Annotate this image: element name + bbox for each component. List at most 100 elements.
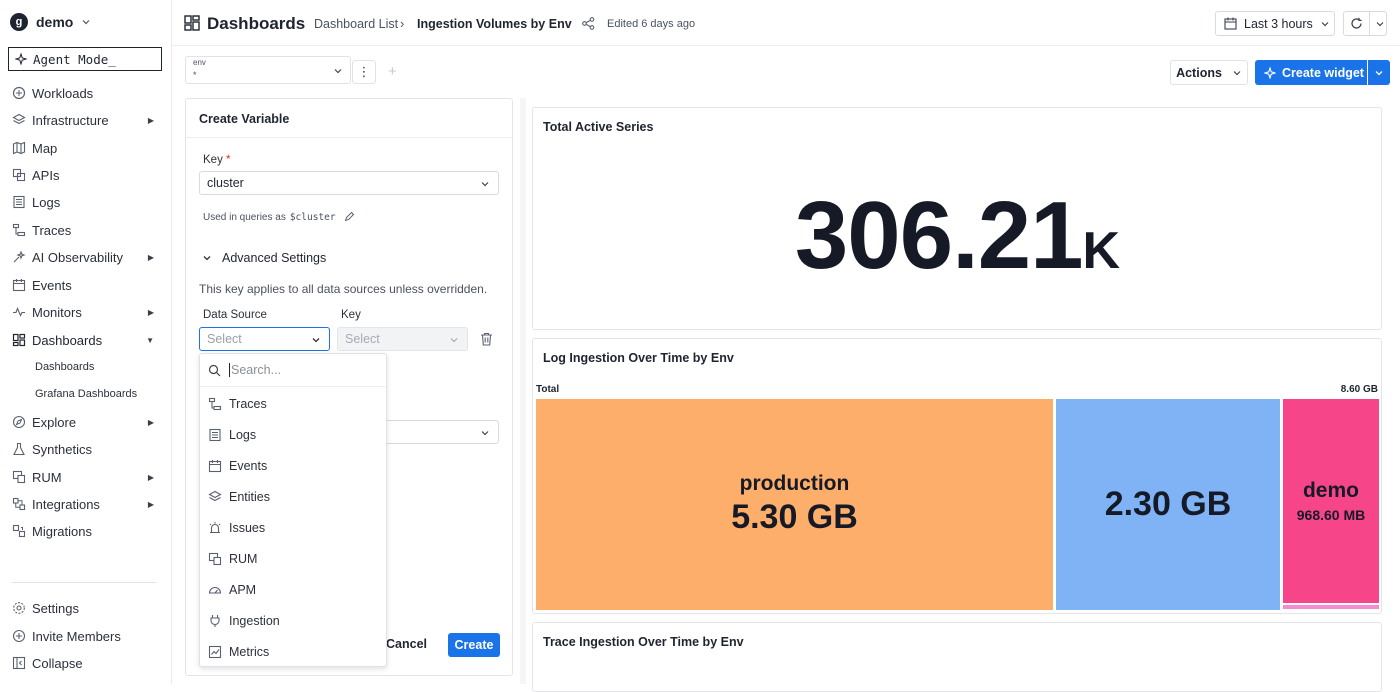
option-issues[interactable]: Issues bbox=[208, 516, 378, 540]
sidebar-item-workloads[interactable]: Workloads bbox=[12, 81, 160, 105]
treemap-tile-unnamed[interactable]: 2.30 GB bbox=[1056, 399, 1280, 610]
tile-value: 5.30 GB bbox=[731, 498, 858, 536]
resize-gutter[interactable] bbox=[520, 98, 526, 684]
treemap-tile-demo[interactable]: demo 968.60 MB bbox=[1283, 399, 1379, 603]
dropdown-search-input[interactable]: Search... bbox=[200, 354, 386, 387]
org-switcher[interactable]: g demo bbox=[10, 13, 91, 31]
sidebar-item-logs[interactable]: Logs bbox=[12, 190, 160, 214]
data-source-dropdown: Search... Traces Logs Events Entities Is… bbox=[199, 353, 387, 667]
sidebar-item-migrations[interactable]: Migrations bbox=[12, 519, 160, 543]
expand-arrow-icon: ▶ bbox=[147, 307, 154, 317]
refresh-button[interactable] bbox=[1343, 11, 1387, 36]
key-select[interactable]: cluster bbox=[199, 171, 499, 195]
chevron-down-icon bbox=[82, 20, 90, 25]
option-label: Events bbox=[229, 459, 268, 473]
option-rum[interactable]: RUM bbox=[208, 547, 378, 571]
expand-arrow-icon: ▶ bbox=[147, 115, 154, 125]
variable-code: $cluster bbox=[289, 212, 336, 223]
option-label: RUM bbox=[229, 552, 258, 566]
option-logs[interactable]: Logs bbox=[208, 423, 378, 447]
sidebar-item-infrastructure[interactable]: Infrastructure ▶ bbox=[12, 108, 160, 132]
logs-icon bbox=[13, 195, 25, 209]
time-range-picker[interactable]: Last 3 hours bbox=[1215, 11, 1335, 36]
logs-icon bbox=[209, 428, 221, 442]
variable-more-button[interactable]: ⋮ bbox=[352, 60, 376, 84]
sidebar-item-explore[interactable]: Explore ▶ bbox=[12, 410, 160, 434]
expand-arrow-icon: ▶ bbox=[147, 417, 154, 427]
option-metrics[interactable]: Metrics bbox=[208, 640, 378, 664]
widget-log-ingestion[interactable]: Log Ingestion Over Time by Env Total 8.6… bbox=[532, 338, 1382, 614]
create-widget-button[interactable]: Create widget bbox=[1255, 60, 1367, 85]
used-in-queries: Used in queries as $cluster bbox=[203, 212, 355, 223]
sidebar-item-label: Invite Members bbox=[32, 628, 121, 644]
option-label: Logs bbox=[229, 428, 257, 442]
time-range-label: Last 3 hours bbox=[1244, 16, 1313, 31]
chevron-down-icon bbox=[334, 69, 342, 74]
create-button[interactable]: Create bbox=[448, 633, 500, 657]
sidebar-item-label: Migrations bbox=[32, 523, 92, 539]
search-icon bbox=[208, 364, 221, 376]
breadcrumb-dashboard-list[interactable]: Dashboard List bbox=[314, 17, 398, 31]
sidebar-item-map[interactable]: Map bbox=[12, 136, 160, 160]
agent-mode-input[interactable]: Agent Mode_ bbox=[8, 47, 162, 71]
sidebar-item-invite-members[interactable]: Invite Members bbox=[12, 624, 160, 648]
advanced-settings-toggle[interactable]: Advanced Settings bbox=[202, 251, 326, 265]
share-icon[interactable] bbox=[582, 17, 595, 30]
data-source-select[interactable]: Select bbox=[199, 327, 330, 351]
sidebar-item-settings[interactable]: Settings bbox=[12, 596, 160, 620]
key-label: Key * bbox=[203, 154, 231, 166]
gear-icon bbox=[13, 602, 25, 614]
treemap-tile-small[interactable] bbox=[1283, 605, 1379, 609]
cancel-button[interactable]: Cancel bbox=[386, 637, 427, 651]
env-variable-select[interactable]: env * bbox=[185, 56, 351, 84]
option-label: Traces bbox=[229, 397, 267, 411]
add-variable-button[interactable]: + bbox=[388, 63, 397, 80]
widget-trace-ingestion[interactable]: Trace Ingestion Over Time by Env bbox=[532, 622, 1382, 692]
chevron-down-icon bbox=[203, 256, 211, 261]
divider bbox=[186, 137, 512, 138]
sidebar-item-events[interactable]: Events bbox=[12, 273, 160, 297]
sidebar-item-integrations[interactable]: Integrations ▶ bbox=[12, 492, 160, 516]
data-source-placeholder: Select bbox=[207, 332, 242, 346]
sidebar-subitem-dashboards[interactable]: Dashboards bbox=[35, 361, 94, 373]
gauge-icon bbox=[208, 587, 222, 594]
breadcrumb-separator: › bbox=[400, 16, 405, 31]
sidebar-item-apis[interactable]: APIs bbox=[12, 163, 160, 187]
actions-button[interactable]: Actions bbox=[1170, 60, 1248, 85]
data-source-label: Data Source bbox=[203, 309, 267, 321]
sidebar-item-traces[interactable]: Traces bbox=[12, 218, 160, 242]
sidebar-item-collapse[interactable]: Collapse bbox=[12, 651, 160, 675]
events-icon bbox=[12, 279, 26, 292]
option-entities[interactable]: Entities bbox=[208, 485, 378, 509]
option-apm[interactable]: APM bbox=[208, 578, 378, 602]
option-traces[interactable]: Traces bbox=[208, 392, 378, 416]
chevron-down-icon bbox=[312, 338, 320, 343]
key2-label: Key bbox=[341, 309, 361, 321]
org-logo: g bbox=[10, 13, 28, 31]
dashboards-icon bbox=[184, 15, 200, 31]
sidebar-item-dashboards[interactable]: Dashboards ▼ bbox=[12, 328, 160, 352]
pencil-icon[interactable] bbox=[344, 212, 355, 222]
sidebar-item-synthetics[interactable]: Synthetics bbox=[12, 437, 160, 461]
treemap-tile-production[interactable]: production 5.30 GB bbox=[536, 399, 1053, 610]
option-events[interactable]: Events bbox=[208, 454, 378, 478]
create-widget-dropdown[interactable] bbox=[1368, 60, 1390, 85]
chevron-down-icon bbox=[1375, 70, 1383, 75]
sidebar-subitem-grafana-dashboards[interactable]: Grafana Dashboards bbox=[35, 388, 137, 400]
collapse-arrow-icon: ▼ bbox=[146, 335, 154, 345]
sidebar-item-rum[interactable]: RUM ▶ bbox=[12, 465, 160, 489]
trash-icon[interactable] bbox=[480, 332, 493, 346]
key2-select[interactable]: Select bbox=[337, 327, 468, 351]
key2-placeholder: Select bbox=[345, 332, 380, 346]
option-label: Metrics bbox=[229, 645, 270, 659]
api-icon bbox=[12, 168, 26, 182]
option-ingestion[interactable]: Ingestion bbox=[208, 609, 378, 633]
widget-total-active-series[interactable]: Total Active Series 306.21K bbox=[532, 107, 1382, 330]
sidebar-item-label: Events bbox=[32, 277, 72, 293]
sidebar-item-label: Traces bbox=[32, 222, 72, 238]
sidebar-item-ai-observability[interactable]: AI Observability ▶ bbox=[12, 245, 160, 269]
page-title: Dashboards bbox=[207, 14, 306, 33]
sidebar-item-monitors[interactable]: Monitors ▶ bbox=[12, 300, 160, 324]
sparkle-icon bbox=[1264, 66, 1276, 79]
collapse-icon bbox=[12, 656, 26, 670]
